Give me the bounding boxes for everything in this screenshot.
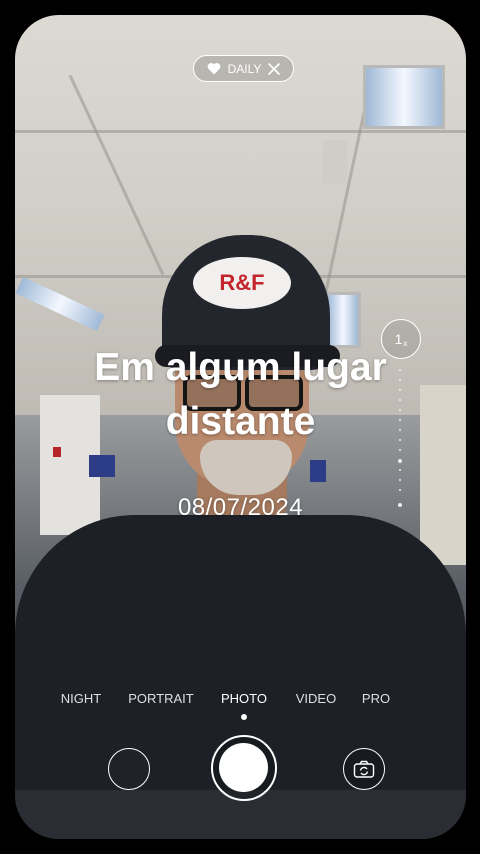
overlay-title: Em algum lugar distante (94, 346, 387, 443)
camera-viewfinder[interactable]: R&F DAILY 1x Em algum lugar distante 08/… (15, 15, 466, 839)
shutter-button[interactable] (211, 735, 277, 801)
ceiling-vent (323, 140, 347, 185)
mode-pro[interactable]: PRO (362, 691, 390, 706)
wall-poster (89, 455, 115, 477)
ceiling-light (15, 276, 105, 332)
mode-video[interactable]: VIDEO (296, 691, 336, 706)
shutter-inner (219, 743, 268, 792)
mode-portrait[interactable]: PORTRAIT (128, 691, 194, 706)
ceiling-light (325, 292, 361, 348)
daily-badge-label: DAILY (227, 61, 262, 76)
cap-logo: R&F (193, 257, 291, 309)
gallery-thumbnail[interactable] (108, 748, 150, 790)
close-icon[interactable] (268, 62, 281, 75)
ceiling-grid-line (68, 74, 165, 276)
mode-night[interactable]: NIGHT (61, 691, 101, 706)
overlay-date: 08/07/2024 (177, 494, 304, 521)
ceiling-light (363, 65, 445, 129)
heart-icon (207, 63, 220, 75)
wall-poster (310, 460, 326, 482)
daily-badge[interactable]: DAILY (193, 55, 294, 82)
active-mode-indicator (241, 714, 247, 720)
mode-photo[interactable]: PHOTO (221, 691, 267, 706)
camera-flip-button[interactable] (343, 748, 385, 790)
ceiling-grid-line (15, 130, 466, 133)
camera-flip-icon (353, 760, 375, 778)
camera-mode-selector: NIGHT PORTRAIT PHOTO VIDEO PRO (15, 691, 466, 711)
